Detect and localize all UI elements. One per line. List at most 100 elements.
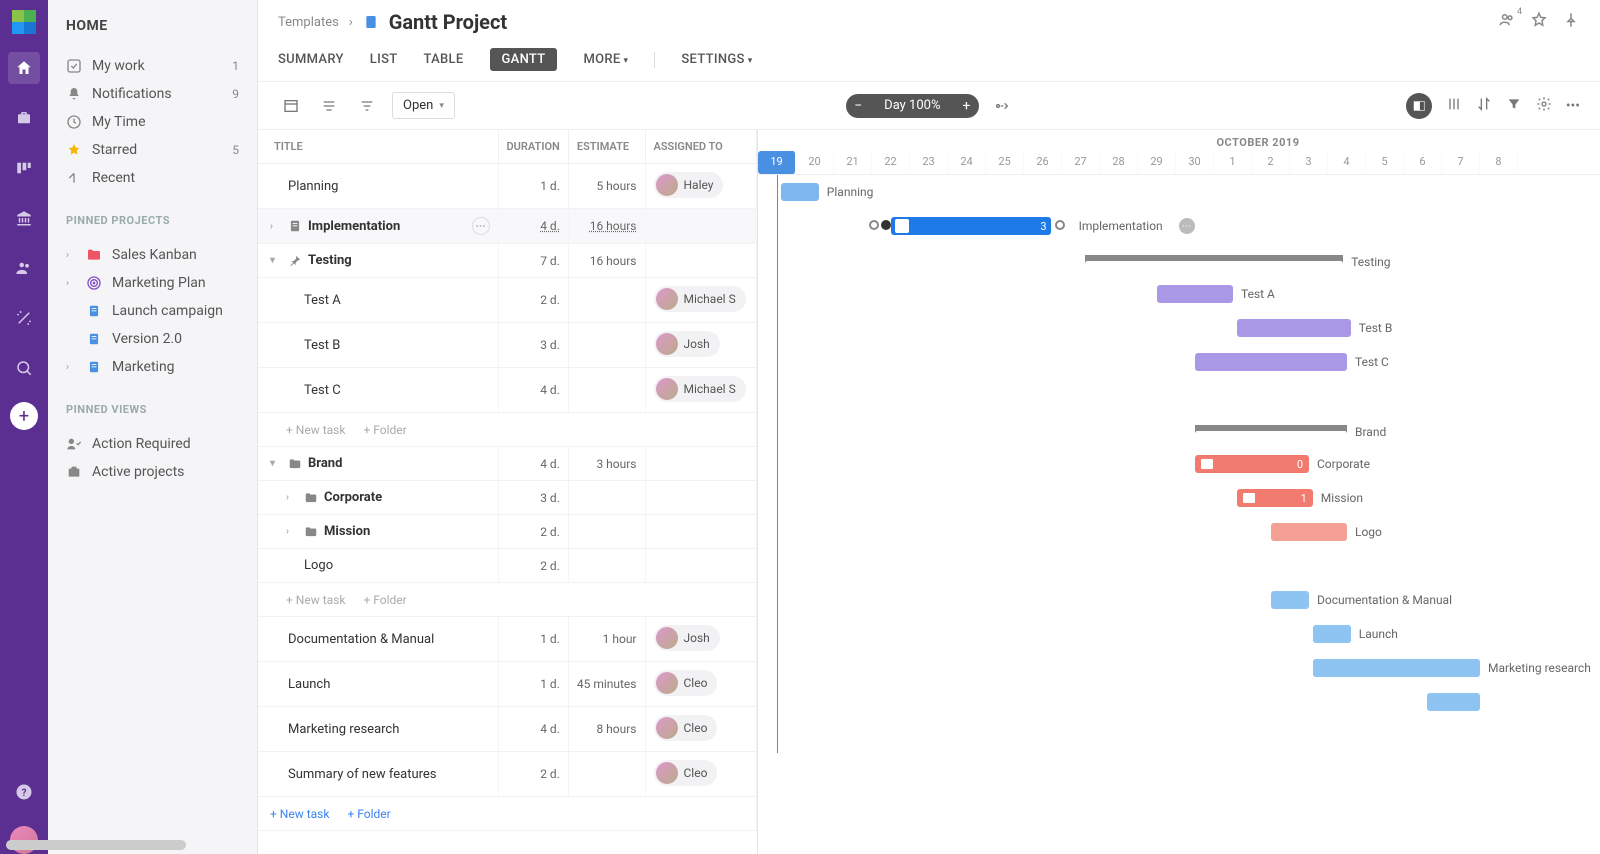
tab-settings[interactable]: SETTINGS▾ <box>681 52 752 67</box>
assignee-chip[interactable]: Josh <box>654 331 720 357</box>
open-dropdown[interactable]: Open▾ <box>392 92 455 119</box>
gantt-bar[interactable]: Brand <box>1195 425 1347 433</box>
gantt-bar[interactable]: 1Mission <box>1237 489 1313 507</box>
task-title[interactable]: Test C <box>304 383 341 398</box>
task-title[interactable]: Documentation & Manual <box>288 632 434 647</box>
share-users-icon[interactable]: 4 <box>1498 11 1516 33</box>
gantt-bar[interactable]: Launch <box>1313 625 1351 643</box>
task-title[interactable]: Planning <box>288 179 338 194</box>
assignee-chip[interactable]: Cleo <box>654 670 718 696</box>
sidebar-item-notifications[interactable]: Notifications9 <box>48 80 257 108</box>
gantt-timeline[interactable]: OCTOBER 2019 192021222324252627282930123… <box>758 130 1600 854</box>
bar-more-icon[interactable]: ⋯ <box>1179 218 1195 234</box>
new-folder-link[interactable]: + Folder <box>363 423 406 437</box>
sidebar-item-launch-campaign[interactable]: Launch campaign <box>48 297 257 325</box>
chevron-down-icon[interactable]: ▾ <box>270 458 282 469</box>
more-icon[interactable]: ••• <box>1566 98 1580 114</box>
rail-bank-icon[interactable] <box>8 202 40 234</box>
assignee-chip[interactable]: Haley <box>654 172 724 198</box>
doc-icon <box>288 219 302 233</box>
sidebar-item-starred[interactable]: Starred5 <box>48 136 257 164</box>
chevron-right-icon[interactable]: › <box>270 221 282 232</box>
tab-gantt[interactable]: GANTT <box>490 48 558 71</box>
collapse-icon[interactable] <box>316 93 342 119</box>
gantt-bar[interactable]: Test B <box>1237 319 1351 337</box>
tab-summary[interactable]: SUMMARY <box>278 52 344 67</box>
task-title[interactable]: Implementation <box>308 219 400 234</box>
new-task-link[interactable]: + New task <box>270 807 329 821</box>
task-title[interactable]: Corporate <box>324 490 382 505</box>
sidebar-item-sales-kanban[interactable]: ›Sales Kanban <box>48 241 257 269</box>
sidebar-item-active-projects[interactable]: Active projects <box>48 458 257 486</box>
gantt-bar[interactable]: Logo <box>1271 523 1347 541</box>
rail-briefcase-icon[interactable] <box>8 102 40 134</box>
chevron-down-icon[interactable]: ▾ <box>270 255 282 266</box>
gantt-bar[interactable]: Test A <box>1157 285 1233 303</box>
rail-search-icon[interactable] <box>8 352 40 384</box>
rail-add-button[interactable]: + <box>10 402 38 430</box>
gantt-bar[interactable]: Planning <box>781 183 819 201</box>
gantt-bar[interactable]: Testing <box>1085 255 1343 263</box>
sidebar-item-version-2.0[interactable]: Version 2.0 <box>48 325 257 353</box>
layout-icon[interactable] <box>278 93 304 119</box>
task-title[interactable]: Mission <box>324 524 370 539</box>
task-title[interactable]: Summary of new features <box>288 767 437 782</box>
rail-board-icon[interactable] <box>8 152 40 184</box>
filter-lines-icon[interactable] <box>354 93 380 119</box>
sidebar-item-action-required[interactable]: Action Required <box>48 430 257 458</box>
rail-home-icon[interactable] <box>8 52 40 84</box>
zoom-out-button[interactable]: − <box>846 94 870 118</box>
chevron-right-icon[interactable]: › <box>286 526 298 537</box>
assignee-chip[interactable]: Cleo <box>654 715 718 741</box>
timeline-day: 28 <box>1100 151 1138 174</box>
fit-icon[interactable] <box>989 93 1015 119</box>
filter-icon[interactable] <box>1506 96 1522 116</box>
task-title[interactable]: Marketing research <box>288 722 399 737</box>
timeline-day: 5 <box>1366 151 1404 174</box>
sidebar-item-my-time[interactable]: My Time <box>48 108 257 136</box>
new-task-link[interactable]: + New task <box>286 593 345 607</box>
sidebar-item-marketing-plan[interactable]: ›Marketing Plan <box>48 269 257 297</box>
chevron-right-icon[interactable]: › <box>286 492 298 503</box>
row-more-icon[interactable]: ⋯ <box>472 217 490 235</box>
rail-magic-icon[interactable] <box>8 302 40 334</box>
gantt-bar[interactable]: 0Corporate <box>1195 455 1309 473</box>
sidebar-item-marketing[interactable]: ›Marketing <box>48 353 257 381</box>
zoom-in-button[interactable]: + <box>955 94 979 118</box>
gantt-bar[interactable]: Marketing research <box>1313 659 1480 677</box>
tab-list[interactable]: LIST <box>370 52 398 67</box>
breadcrumb-root[interactable]: Templates <box>278 15 339 30</box>
gantt-bar[interactable]: Test C <box>1195 353 1347 371</box>
avatar <box>656 378 678 400</box>
sidebar-item-my-work[interactable]: My work1 <box>48 52 257 80</box>
task-title[interactable]: Logo <box>304 558 333 573</box>
gantt-bar[interactable]: 3Implementation <box>891 217 1051 235</box>
new-folder-link[interactable]: + Folder <box>347 807 390 821</box>
rail-people-icon[interactable] <box>8 252 40 284</box>
task-title[interactable]: Testing <box>308 253 352 268</box>
star-icon[interactable] <box>1530 11 1548 33</box>
new-folder-link[interactable]: + Folder <box>363 593 406 607</box>
task-title[interactable]: Test B <box>304 338 340 353</box>
assignee-chip[interactable]: Michael S <box>654 286 746 312</box>
pinned-views-label: PINNED VIEWS <box>48 389 257 422</box>
task-title[interactable]: Launch <box>288 677 330 692</box>
assignee-chip[interactable]: Josh <box>654 625 720 651</box>
view-panel-icon[interactable] <box>1406 93 1432 119</box>
assignee-chip[interactable]: Cleo <box>654 760 718 786</box>
tab-more[interactable]: MORE▾ <box>583 52 628 67</box>
pin-icon[interactable] <box>1562 11 1580 33</box>
sidebar-item-recent[interactable]: Recent <box>48 164 257 192</box>
columns-icon[interactable] <box>1446 96 1462 116</box>
task-title[interactable]: Brand <box>308 456 342 471</box>
sort-icon[interactable] <box>1476 96 1492 116</box>
avatar <box>656 762 678 784</box>
tab-table[interactable]: TABLE <box>423 52 463 67</box>
gantt-bar[interactable] <box>1427 693 1480 711</box>
assignee-chip[interactable]: Michael S <box>654 376 746 402</box>
new-task-link[interactable]: + New task <box>286 423 345 437</box>
rail-help-icon[interactable]: ? <box>8 776 40 808</box>
gantt-bar[interactable]: Documentation & Manual <box>1271 591 1309 609</box>
task-title[interactable]: Test A <box>304 293 341 308</box>
settings-gear-icon[interactable] <box>1536 96 1552 116</box>
